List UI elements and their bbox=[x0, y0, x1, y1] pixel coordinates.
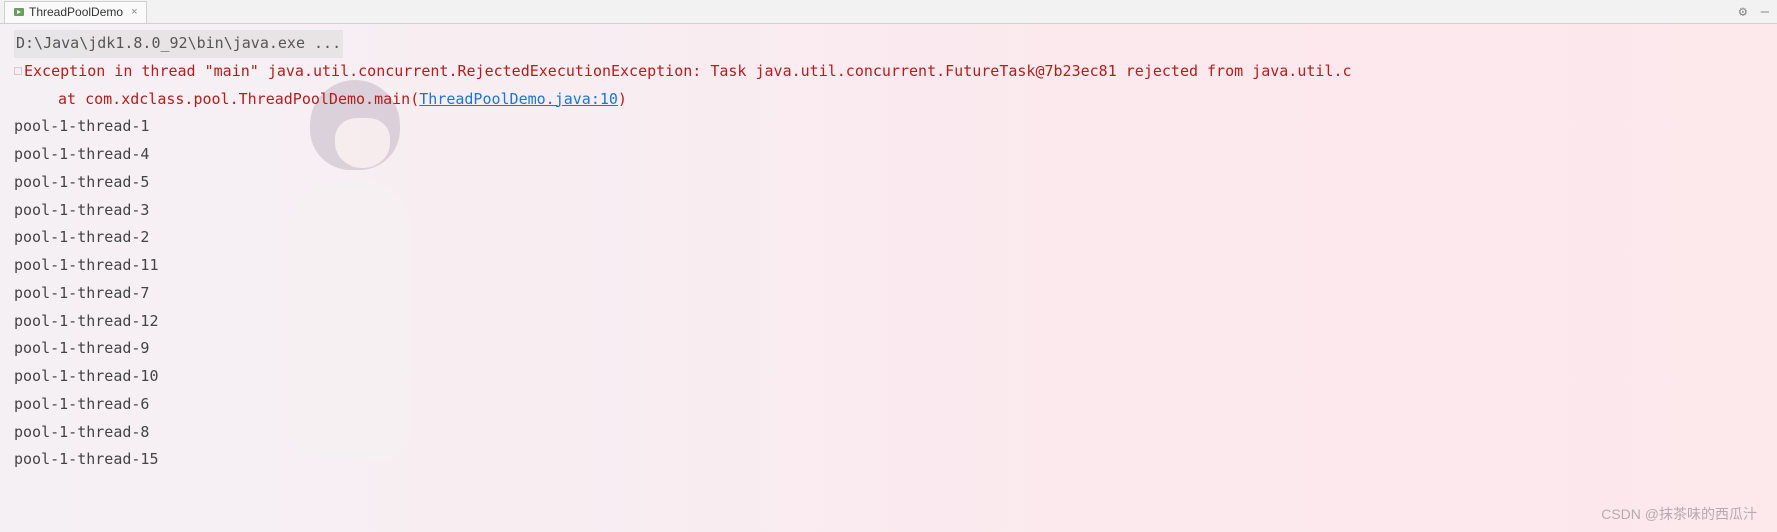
output-line: pool-1-thread-4 bbox=[14, 141, 1777, 169]
run-config-icon bbox=[13, 6, 25, 18]
command-line: D:\Java\jdk1.8.0_92\bin\java.exe ... bbox=[14, 30, 1777, 58]
output-line: pool-1-thread-6 bbox=[14, 391, 1777, 419]
exception-line: Exception in thread "main" java.util.con… bbox=[14, 58, 1777, 86]
tab-bar: ThreadPoolDemo × ⚙ — bbox=[0, 0, 1777, 24]
output-line: pool-1-thread-15 bbox=[14, 446, 1777, 474]
stack-trace-line: at com.xdclass.pool.ThreadPoolDemo.main(… bbox=[14, 86, 1777, 114]
output-line: pool-1-thread-5 bbox=[14, 169, 1777, 197]
output-line: pool-1-thread-3 bbox=[14, 197, 1777, 225]
tab-threadpooldemo[interactable]: ThreadPoolDemo × bbox=[4, 1, 147, 23]
output-line: pool-1-thread-8 bbox=[14, 419, 1777, 447]
output-line: pool-1-thread-9 bbox=[14, 335, 1777, 363]
gutter-marker-icon bbox=[14, 67, 22, 75]
console-output: D:\Java\jdk1.8.0_92\bin\java.exe ... Exc… bbox=[0, 24, 1777, 474]
minimize-icon[interactable]: — bbox=[1761, 4, 1769, 20]
source-link[interactable]: ThreadPoolDemo.java:10 bbox=[419, 90, 618, 108]
close-icon[interactable]: × bbox=[131, 6, 137, 18]
output-line: pool-1-thread-7 bbox=[14, 280, 1777, 308]
output-line: pool-1-thread-10 bbox=[14, 363, 1777, 391]
stack-suffix: ) bbox=[618, 90, 627, 108]
output-line: pool-1-thread-11 bbox=[14, 252, 1777, 280]
gear-icon[interactable]: ⚙ bbox=[1739, 4, 1747, 20]
stack-prefix: at com.xdclass.pool.ThreadPoolDemo.main( bbox=[58, 90, 419, 108]
output-line: pool-1-thread-1 bbox=[14, 113, 1777, 141]
output-line: pool-1-thread-2 bbox=[14, 224, 1777, 252]
tab-label: ThreadPoolDemo bbox=[29, 5, 123, 19]
watermark: CSDN @抹茶味的西瓜汁 bbox=[1601, 504, 1757, 524]
output-line: pool-1-thread-12 bbox=[14, 308, 1777, 336]
